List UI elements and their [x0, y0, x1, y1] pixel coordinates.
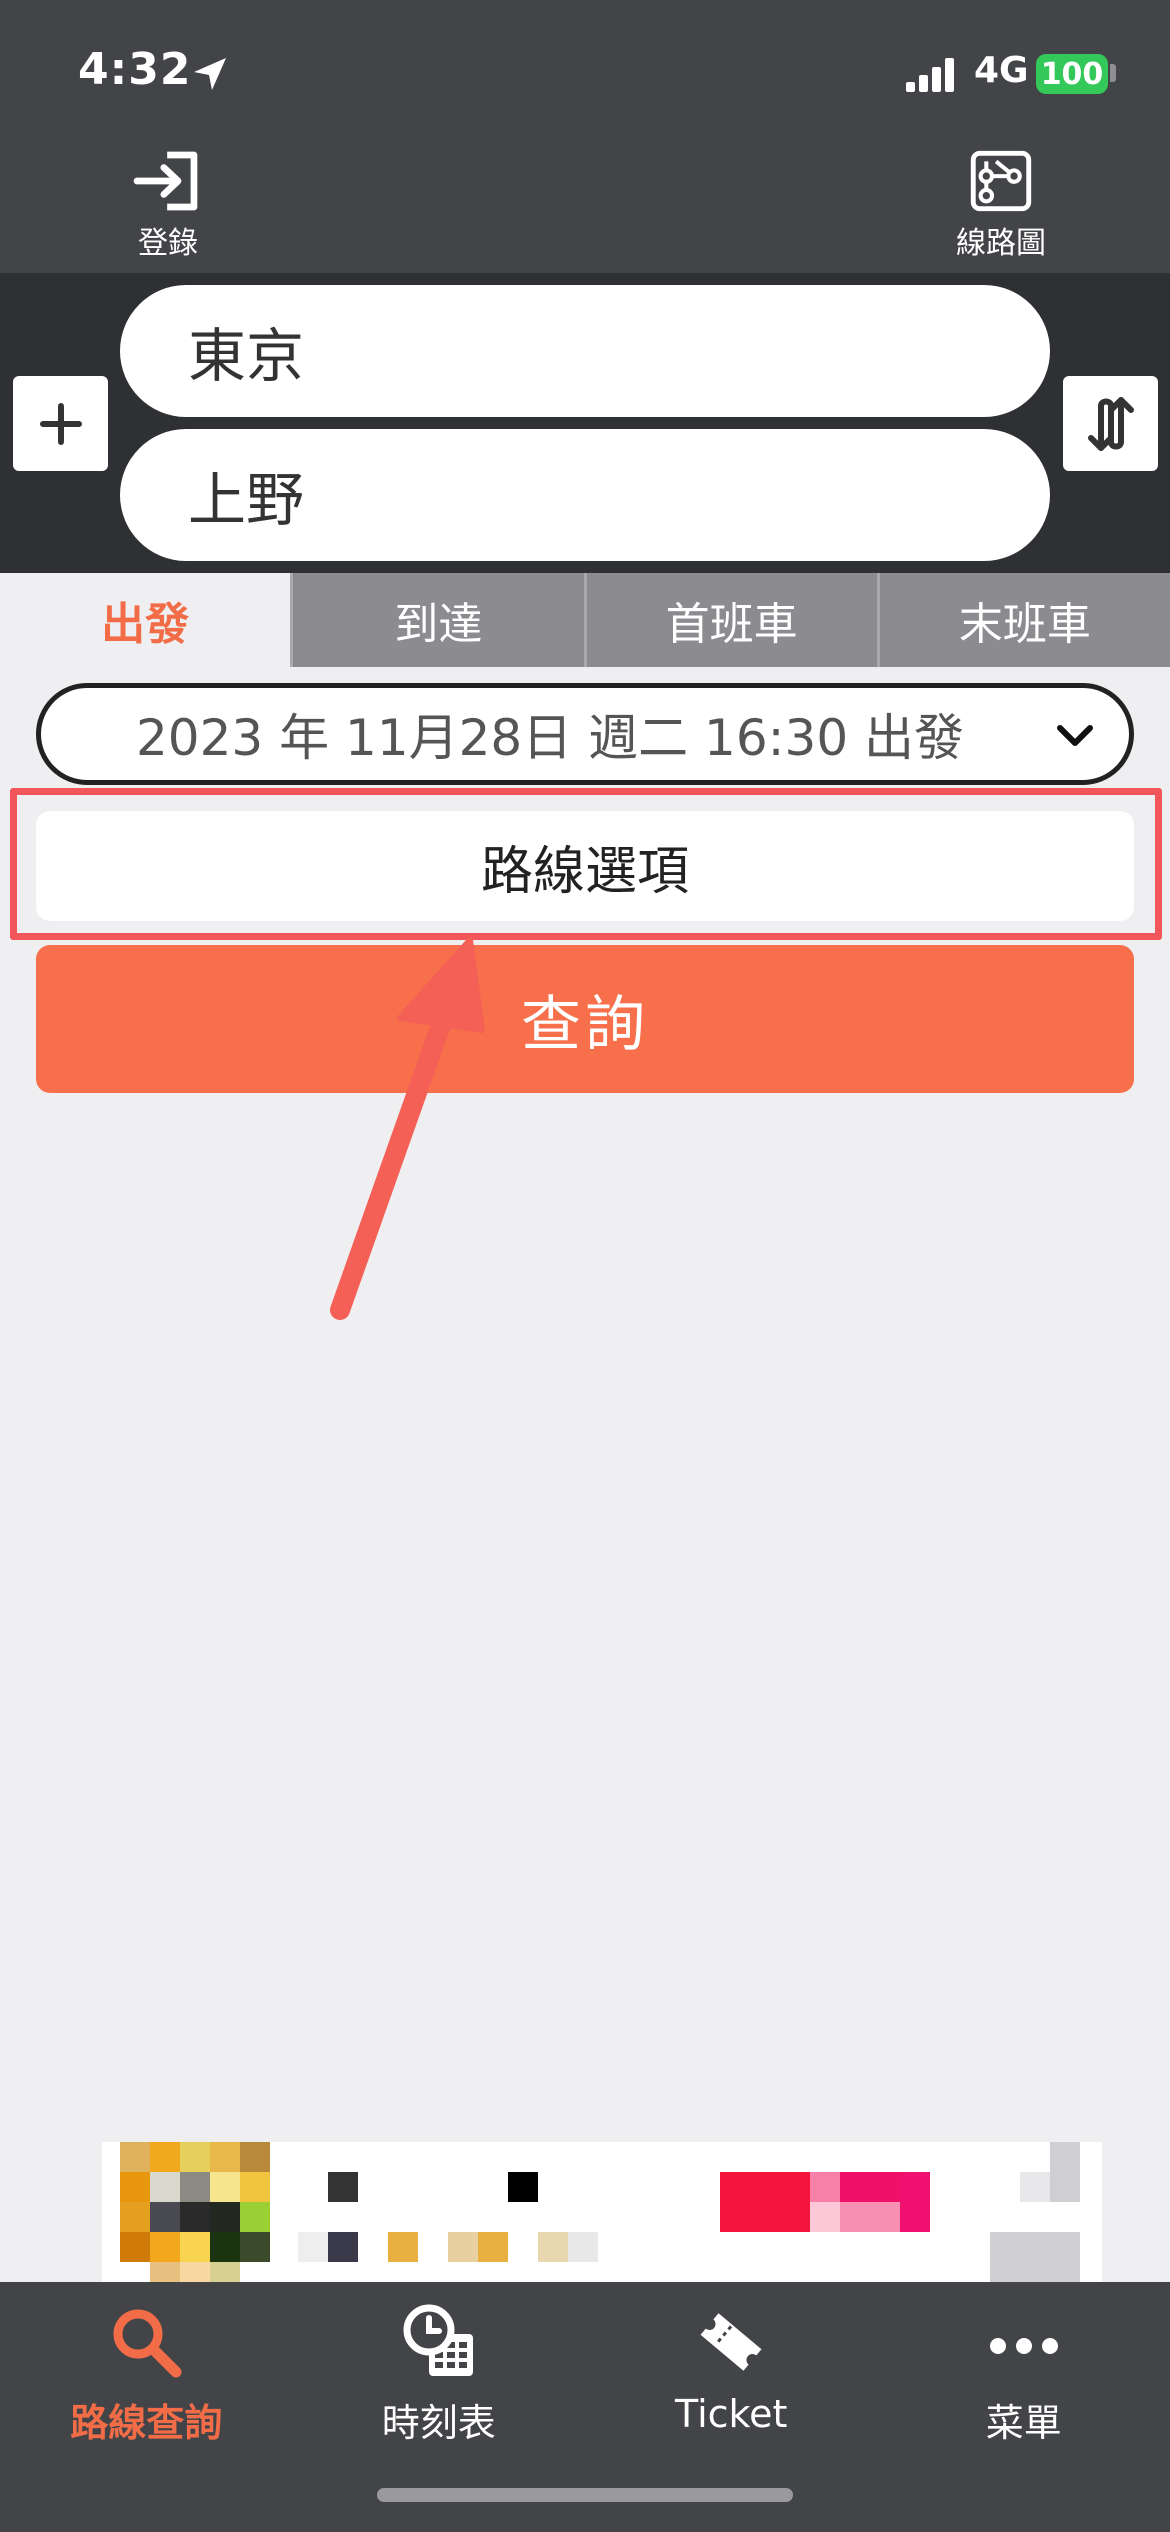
ad-pixel [150, 2232, 180, 2262]
nav-timetable[interactable]: 時刻表 [293, 2282, 586, 2452]
cellular-signal-icon [906, 58, 954, 92]
ad-pixel [150, 2172, 180, 2202]
ad-pixel [508, 2172, 538, 2202]
ad-pixel [240, 2202, 270, 2232]
nav-ticket[interactable]: Ticket [585, 2282, 878, 2452]
plus-icon [39, 402, 82, 445]
ad-pixel [180, 2202, 210, 2232]
search-button[interactable]: 查詢 [36, 945, 1134, 1093]
battery-icon: 100 [1036, 54, 1108, 94]
ad-pixel [478, 2232, 508, 2262]
ad-pixel [240, 2142, 270, 2172]
nav-ticket-label: Ticket [675, 2392, 788, 2436]
route-map-button[interactable]: 線路圖 [948, 150, 1054, 262]
swap-stations-button[interactable] [1063, 376, 1158, 471]
app-header: 4:32 4G 100 登錄 線路圖 [0, 0, 1170, 273]
ticket-icon [700, 2313, 762, 2371]
ad-pixel [120, 2142, 150, 2172]
ad-pixel [1050, 2172, 1080, 2202]
chevron-down-icon [1057, 725, 1093, 746]
ad-pixel [720, 2172, 810, 2232]
ad-pixel [1050, 2142, 1080, 2172]
ad-pixel [328, 2232, 358, 2262]
login-icon [133, 151, 198, 211]
ad-pixel [150, 2202, 180, 2232]
ad-pixel [568, 2232, 598, 2262]
date-time-picker[interactable]: 2023 年 11月28日 週二 16:30 出發 [36, 683, 1134, 785]
tab-departure[interactable]: 出發 [0, 573, 291, 667]
screen: 4:32 4G 100 登錄 線路圖 東京 上野 出發 到達 首班車 末班車 2… [0, 0, 1170, 2532]
to-station-value: 上野 [188, 466, 305, 534]
ad-pixel [900, 2172, 930, 2232]
ad-pixel [388, 2232, 418, 2262]
tab-first-train[interactable]: 首班車 [583, 573, 877, 667]
swap-icon [1087, 396, 1134, 451]
route-map-label: 線路圖 [956, 226, 1046, 261]
ad-pixel [210, 2142, 240, 2172]
ad-pixel [180, 2232, 210, 2262]
station-input-area: 東京 上野 [0, 273, 1170, 573]
nav-route-search-label: 路線查詢 [70, 2401, 223, 2445]
battery-tip [1110, 64, 1116, 82]
more-icon [989, 2338, 1058, 2354]
nav-route-search[interactable]: 路線查詢 [0, 2282, 293, 2452]
ad-pixel [240, 2232, 270, 2262]
ad-pixel [120, 2202, 150, 2232]
ad-pixel [180, 2172, 210, 2202]
timetable-icon [403, 2304, 473, 2376]
ad-pixel [120, 2232, 150, 2262]
to-station-input[interactable]: 上野 [120, 429, 1050, 561]
add-station-button[interactable] [13, 376, 108, 471]
ad-pixel [328, 2172, 358, 2202]
home-indicator[interactable] [377, 2488, 793, 2502]
ad-pixel [210, 2232, 240, 2262]
ad-pixel [448, 2232, 478, 2262]
date-time-value: 2023 年 11月28日 週二 16:30 出發 [135, 709, 965, 767]
ad-banner[interactable] [102, 2142, 1102, 2290]
search-icon [113, 2309, 182, 2378]
ad-pixel [810, 2172, 840, 2202]
network-type: 4G [974, 50, 1029, 91]
login-label: 登錄 [138, 226, 198, 261]
nav-timetable-label: 時刻表 [381, 2401, 496, 2445]
tab-arrival[interactable]: 到達 [290, 573, 584, 667]
nav-menu-label: 菜單 [985, 2401, 1062, 2445]
ad-pixel [810, 2202, 840, 2232]
nav-menu[interactable]: 菜單 [878, 2282, 1170, 2452]
search-mode-tabs: 出發 到達 首班車 末班車 [0, 573, 1170, 667]
route-map-icon [970, 150, 1032, 212]
ad-pixel [840, 2202, 900, 2232]
from-station-input[interactable]: 東京 [120, 285, 1050, 417]
ad-pixel [1020, 2172, 1050, 2202]
tab-last-train[interactable]: 末班車 [876, 573, 1170, 667]
from-station-value: 東京 [188, 322, 305, 390]
status-time: 4:32 [78, 44, 192, 95]
ad-pixel [150, 2142, 180, 2172]
ad-pixel [840, 2172, 900, 2202]
route-options-button[interactable]: 路線選項 [36, 811, 1134, 921]
ad-pixel [180, 2142, 210, 2172]
ad-pixel [120, 2172, 150, 2202]
battery-level: 100 [1040, 56, 1104, 92]
login-button[interactable]: 登錄 [118, 150, 218, 262]
ad-pixel [210, 2202, 240, 2232]
ad-pixel [240, 2172, 270, 2202]
ad-pixel [538, 2232, 568, 2262]
ad-pixel [210, 2172, 240, 2202]
location-arrow-icon [194, 58, 226, 90]
ad-pixel [298, 2232, 328, 2262]
